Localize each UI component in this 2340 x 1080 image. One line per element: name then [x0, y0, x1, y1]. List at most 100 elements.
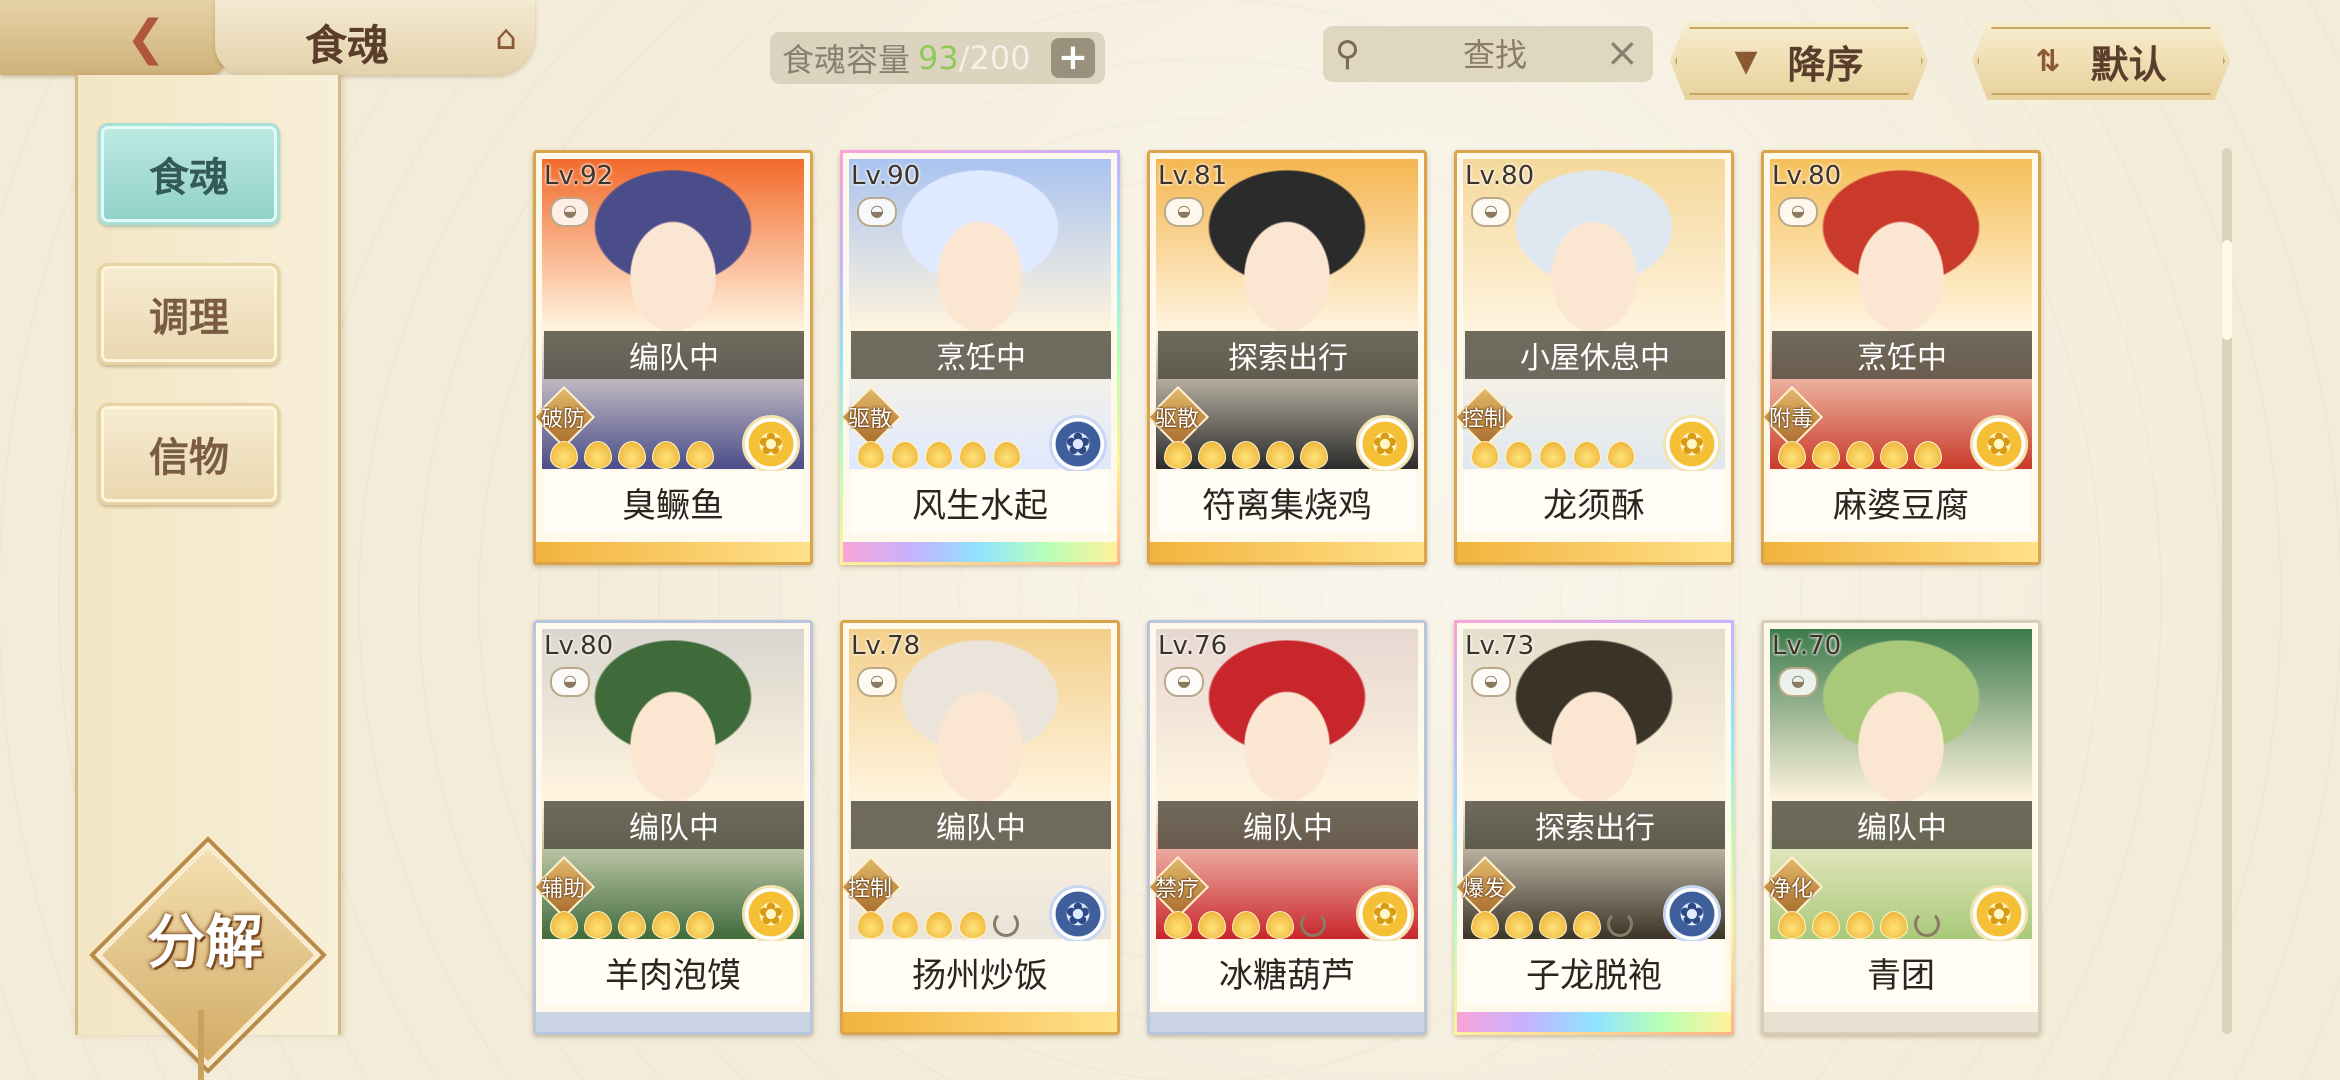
dish-icon: ◒: [1164, 197, 1204, 227]
soul-card[interactable]: Lv.90 ◒ 烹饪中 驱散 ✿ 风生水起: [840, 150, 1120, 565]
star-filled-icon: [925, 911, 953, 939]
star-rating: [857, 441, 1021, 471]
level-label: Lv.80: [1772, 161, 1842, 191]
soul-card[interactable]: Lv.92 ◒ 编队中 破防 ✿ 臭鳜鱼: [533, 150, 813, 565]
status-label: 烹饪中: [851, 331, 1111, 379]
search-input[interactable]: [1393, 34, 1597, 76]
page-title: 食魂: [305, 21, 390, 70]
star-filled-icon: [1880, 911, 1908, 939]
star-filled-icon: [1539, 441, 1567, 469]
dish-icon: ◒: [857, 197, 897, 227]
star-rating: [1164, 911, 1326, 941]
rarity-strip: [1457, 1012, 1731, 1032]
sidebar-item-soul[interactable]: 食魂: [98, 123, 280, 225]
star-filled-icon: [584, 911, 612, 939]
star-filled-icon: [618, 441, 646, 469]
sort-default-button[interactable]: ⇅ 默认: [1972, 22, 2230, 100]
rarity-strip: [536, 1012, 810, 1032]
role-label: 破防: [540, 407, 585, 432]
flower-emblem-icon: ✿: [1970, 885, 2028, 943]
star-filled-icon: [857, 441, 885, 469]
search-box: ⚲ ×: [1323, 26, 1653, 82]
level-label: Lv.80: [544, 631, 614, 661]
sort-order-button[interactable]: ▼ 降序: [1670, 22, 1928, 100]
rarity-strip: [843, 542, 1117, 562]
title-tab: 食魂 ⌂: [215, 0, 535, 75]
soul-name: 子龙脱袍: [1465, 941, 1723, 1003]
soul-name: 符离集烧鸡: [1158, 471, 1416, 533]
star-filled-icon: [686, 441, 714, 469]
star-filled-icon: [550, 911, 578, 939]
pavilion-icon[interactable]: ⌂: [480, 12, 532, 64]
soul-card[interactable]: Lv.73 ◒ 探索出行 爆发 ✿ 子龙脱袍: [1454, 620, 1734, 1035]
soul-card[interactable]: Lv.70 ◒ 编队中 净化 ✿ 青团: [1761, 620, 2041, 1035]
star-filled-icon: [1198, 441, 1226, 469]
role-label: 驱散: [1154, 407, 1199, 432]
back-button[interactable]: ❮: [118, 10, 174, 66]
dish-icon: ◒: [1778, 667, 1818, 697]
soul-name: 羊肉泡馍: [544, 941, 802, 1003]
level-label: Lv.76: [1158, 631, 1228, 661]
scrollbar-thumb[interactable]: [2222, 240, 2232, 340]
rarity-strip: [1150, 542, 1424, 562]
soul-name: 扬州炒饭: [851, 941, 1109, 1003]
role-label: 驱散: [847, 407, 892, 432]
star-filled-icon: [1812, 911, 1840, 939]
add-capacity-button[interactable]: +: [1051, 38, 1095, 78]
star-filled-icon: [1573, 911, 1601, 939]
star-filled-icon: [1812, 441, 1840, 469]
star-filled-icon: [925, 441, 953, 469]
level-label: Lv.81: [1158, 161, 1228, 191]
dish-icon: ◒: [1471, 197, 1511, 227]
star-filled-icon: [686, 911, 714, 939]
soul-card[interactable]: Lv.78 ◒ 编队中 控制 ✿ 扬州炒饭: [840, 620, 1120, 1035]
star-filled-icon: [1846, 911, 1874, 939]
soul-card[interactable]: Lv.81 ◒ 探索出行 驱散 ✿ 符离集烧鸡: [1147, 150, 1427, 565]
soul-card[interactable]: Lv.76 ◒ 编队中 禁疗 ✿ 冰糖葫芦: [1147, 620, 1427, 1035]
role-badge: 净化: [1764, 855, 1824, 919]
star-empty-icon: [1914, 911, 1940, 937]
dish-icon: ◒: [550, 197, 590, 227]
decompose-button[interactable]: 分解: [125, 895, 285, 979]
soul-card[interactable]: Lv.80 ◒ 烹饪中 附毒 ✿ 麻婆豆腐: [1761, 150, 2041, 565]
clear-icon[interactable]: ×: [1605, 30, 1639, 76]
soul-card[interactable]: Lv.80 ◒ 编队中 辅助 ✿ 羊肉泡馍: [533, 620, 813, 1035]
star-filled-icon: [652, 911, 680, 939]
sidebar-item-tokens[interactable]: 信物: [98, 403, 280, 505]
search-icon: ⚲: [1335, 34, 1360, 74]
star-rating: [1778, 911, 1940, 941]
level-label: Lv.90: [851, 161, 921, 191]
star-filled-icon: [1300, 441, 1328, 469]
status-label: 编队中: [851, 801, 1111, 849]
sidebar-item-cultivate[interactable]: 调理: [98, 263, 280, 365]
star-filled-icon: [857, 911, 885, 939]
dish-icon: ◒: [857, 667, 897, 697]
flower-emblem-icon: ✿: [1663, 885, 1721, 943]
star-empty-icon: [993, 911, 1019, 937]
star-rating: [1164, 441, 1328, 471]
star-filled-icon: [1164, 441, 1192, 469]
role-label: 控制: [847, 877, 892, 902]
star-filled-icon: [1232, 911, 1260, 939]
soul-name: 风生水起: [851, 471, 1109, 533]
star-filled-icon: [1266, 441, 1294, 469]
rarity-strip: [1150, 1012, 1424, 1032]
soul-name: 麻婆豆腐: [1772, 471, 2030, 533]
tassel-decoration: [198, 1010, 204, 1080]
star-filled-icon: [652, 441, 680, 469]
role-label: 禁疗: [1154, 877, 1199, 902]
soul-name: 青团: [1772, 941, 2030, 1003]
soul-card[interactable]: Lv.80 ◒ 小屋休息中 控制 ✿ 龙须酥: [1454, 150, 1734, 565]
star-filled-icon: [1471, 911, 1499, 939]
rarity-strip: [536, 542, 810, 562]
role-badge: 禁疗: [1150, 855, 1210, 919]
star-empty-icon: [1300, 911, 1326, 937]
role-label: 附毒: [1768, 407, 1813, 432]
star-rating: [550, 911, 714, 941]
soul-name: 龙须酥: [1465, 471, 1723, 533]
flower-emblem-icon: ✿: [1049, 885, 1107, 943]
sidebar-item-label: 调理: [149, 294, 229, 341]
star-empty-icon: [1607, 911, 1633, 937]
star-filled-icon: [1573, 441, 1601, 469]
role-badge: 破防: [536, 385, 596, 449]
